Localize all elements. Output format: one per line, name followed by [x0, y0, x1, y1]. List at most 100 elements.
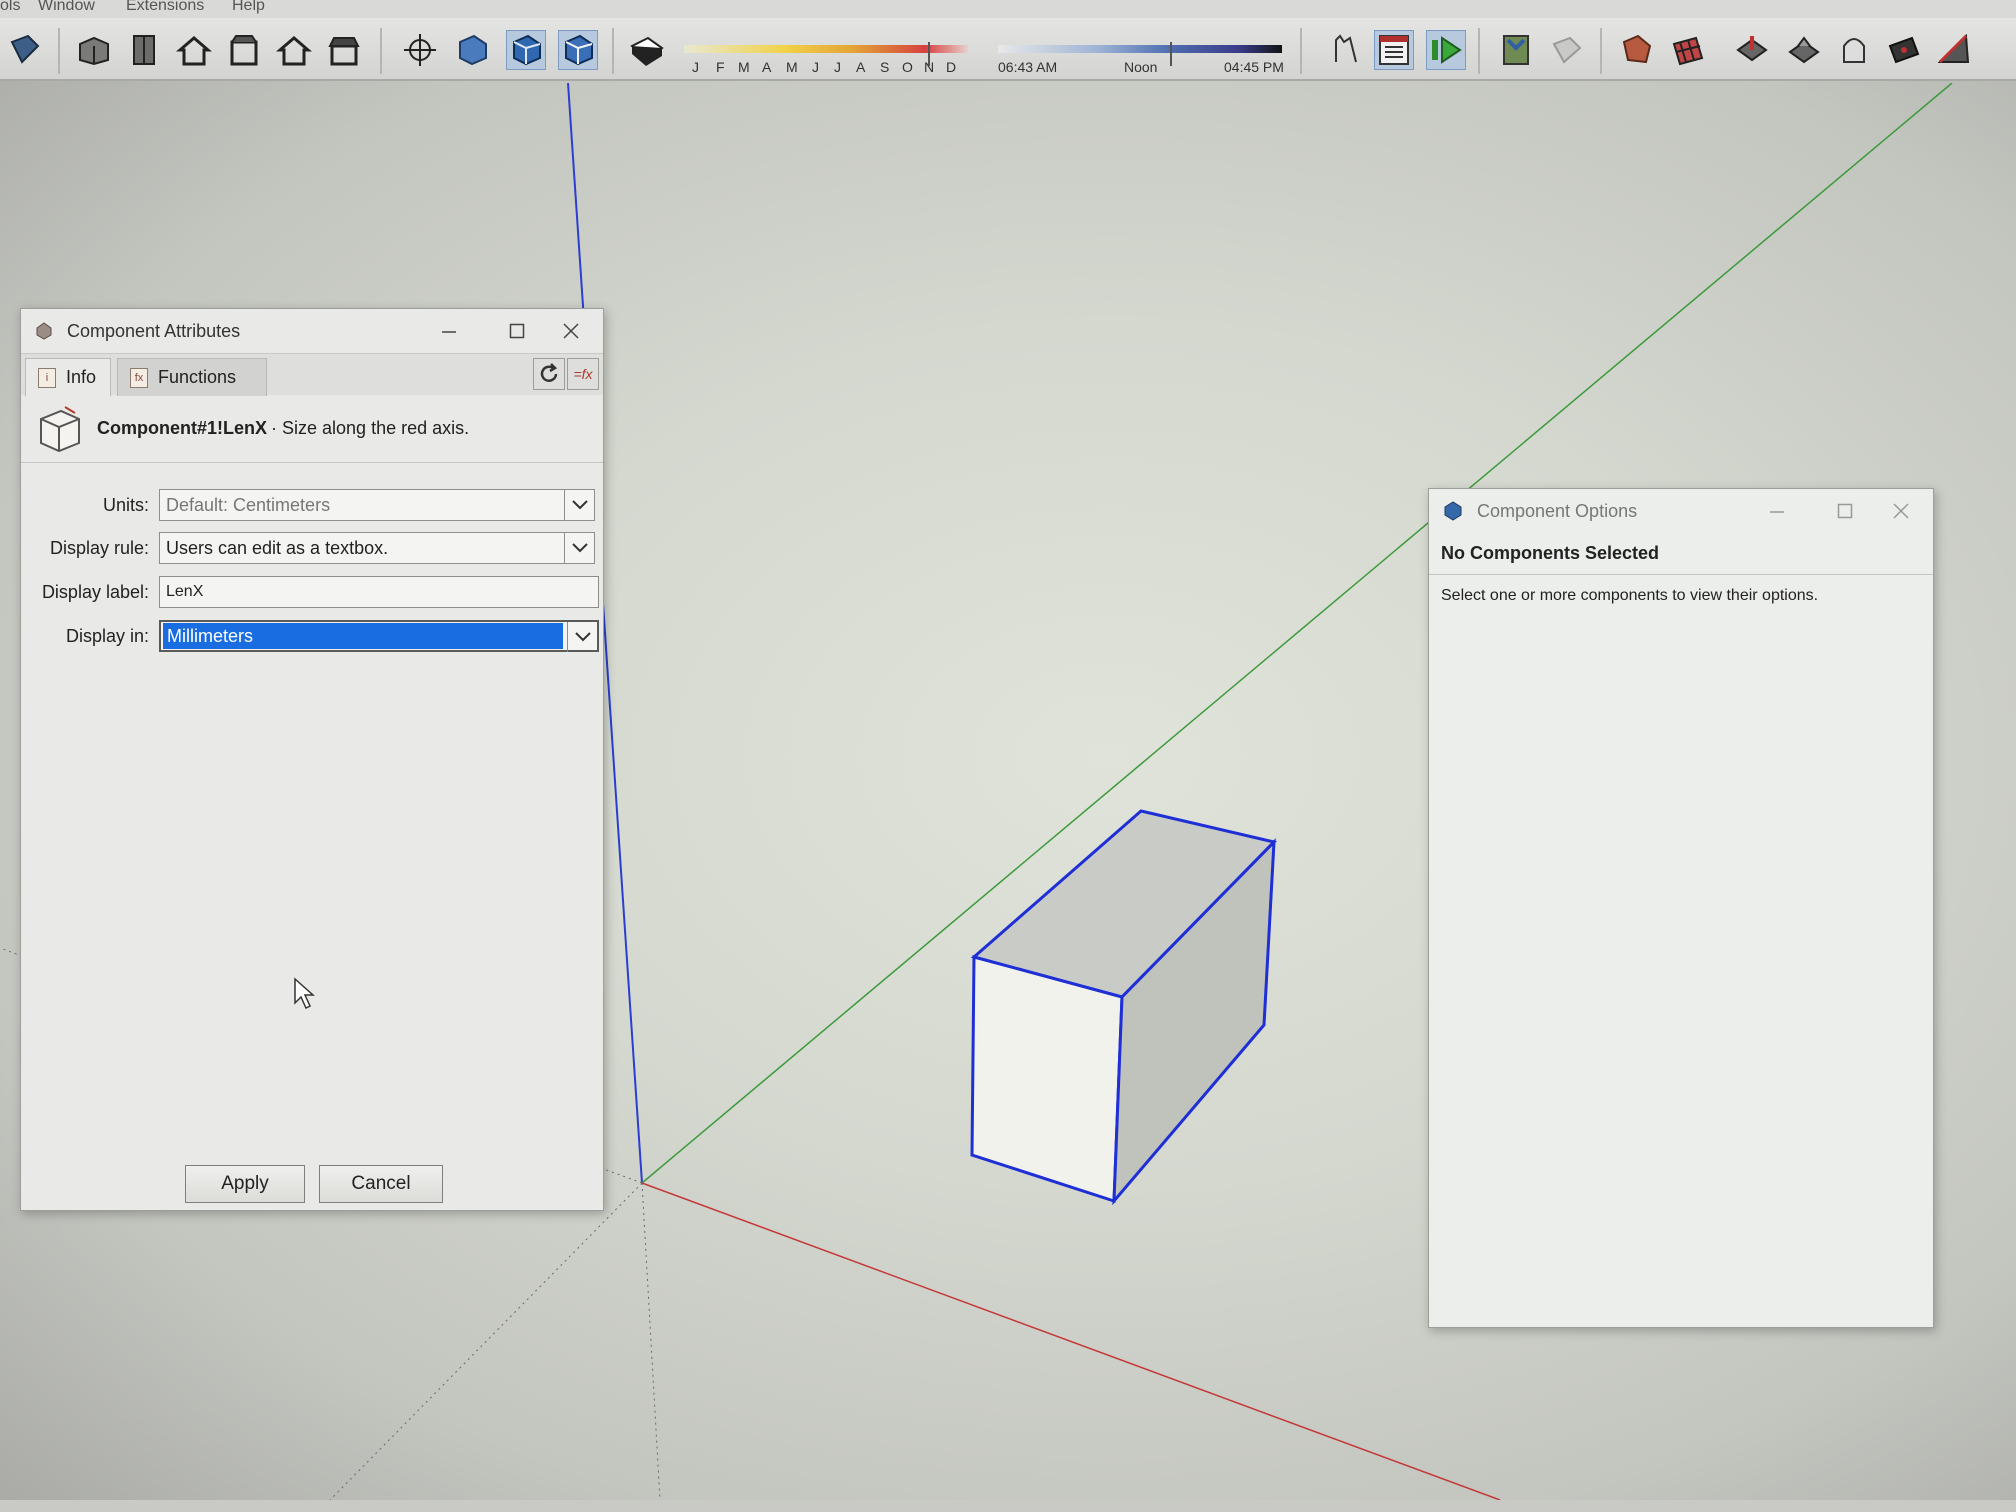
toolbar-separator — [1300, 28, 1302, 74]
month-label: A — [856, 59, 866, 75]
select-tool-icon[interactable] — [4, 30, 44, 70]
tab-functions[interactable]: fx Functions — [117, 358, 267, 396]
minimize-button[interactable] — [1745, 489, 1809, 533]
month-label: M — [738, 59, 750, 75]
menu-tools[interactable]: ols — [0, 0, 20, 15]
toggle-formula-icon[interactable]: =fx — [567, 358, 599, 390]
component-options-app-icon — [1444, 501, 1462, 521]
menu-window[interactable]: Window — [38, 0, 95, 15]
chevron-down-icon — [564, 490, 594, 520]
right-view-icon[interactable] — [224, 30, 264, 70]
month-label: S — [880, 59, 890, 75]
shaded-icon[interactable] — [506, 30, 546, 70]
chevron-down-icon — [564, 533, 594, 563]
month-label: D — [946, 59, 957, 75]
display-rule-select[interactable]: Users can edit as a textbox. — [159, 532, 595, 564]
shadow-time-noon: Noon — [1124, 59, 1158, 75]
minimize-button[interactable] — [417, 309, 481, 353]
info-icon: i — [38, 367, 56, 388]
display-label-input[interactable]: LenX — [159, 576, 599, 608]
dialog-title: Component Options — [1477, 500, 1638, 521]
display-in-label: Display in: — [65, 626, 149, 646]
component-attributes-titlebar[interactable]: Component Attributes — [21, 309, 603, 353]
front-view-icon[interactable] — [174, 30, 214, 70]
menu-bar: ols Window Extensions Help — [0, 0, 2016, 18]
mouse-cursor-icon — [294, 977, 315, 1010]
toolbar-separator — [1600, 28, 1602, 74]
toolbar-separator — [1478, 28, 1480, 74]
units-value: Default: Centimeters — [166, 494, 331, 515]
component-options-titlebar[interactable]: Component Options — [1429, 489, 1933, 533]
back-view-icon[interactable] — [274, 30, 314, 70]
iso-view-icon[interactable] — [74, 30, 114, 70]
close-button[interactable] — [539, 309, 603, 353]
shadows-toggle-icon[interactable] — [626, 30, 666, 70]
maximize-button[interactable] — [1813, 489, 1877, 533]
month-label: J — [692, 59, 699, 75]
top-view-icon[interactable] — [124, 30, 164, 70]
toolbar-separator — [612, 28, 614, 74]
display-rule-label: Display rule: — [49, 538, 149, 558]
attribute-description: · Size along the red axis. — [271, 418, 470, 438]
add-detail-icon[interactable] — [1884, 30, 1924, 70]
xray-icon[interactable] — [400, 30, 440, 70]
attribute-tabs: i Info fx Functions =fx — [21, 353, 603, 396]
cancel-button[interactable]: Cancel — [319, 1165, 443, 1203]
close-button[interactable] — [1869, 489, 1933, 533]
units-label: Units: — [102, 495, 149, 515]
month-label: J — [812, 59, 819, 75]
component-attributes-icon[interactable] — [1426, 30, 1466, 70]
component-options-dialog: Component Options No Components Selected… — [1428, 488, 1934, 1328]
attribute-name: Component#1!LenX — [97, 418, 268, 438]
terrain-icon[interactable] — [1546, 30, 1586, 70]
shadow-time-thumb[interactable] — [1170, 42, 1172, 66]
green-axis-hidden — [329, 1182, 643, 1500]
toolbar: J F M A M J J A S O N D 06:43 AM Noon 04… — [0, 18, 2016, 81]
ruby-app-icon — [36, 322, 52, 340]
menu-help[interactable]: Help — [232, 0, 265, 15]
display-in-value: Millimeters — [163, 623, 563, 649]
function-icon: fx — [130, 367, 148, 388]
sandbox-contours-icon[interactable] — [1616, 30, 1656, 70]
month-label: O — [902, 59, 913, 75]
shadow-time-slider[interactable] — [998, 45, 1282, 53]
tab-info-label: Info — [66, 367, 97, 387]
dialog-title: Component Attributes — [67, 320, 241, 341]
month-label: M — [786, 59, 798, 75]
month-label: A — [762, 59, 772, 75]
shadow-date-slider[interactable] — [684, 45, 968, 53]
add-location-icon[interactable] — [1496, 30, 1536, 70]
box-component[interactable] — [970, 809, 1277, 1206]
display-rule-value: Users can edit as a textbox. — [166, 537, 389, 558]
display-label-value: LenX — [166, 583, 204, 600]
refresh-icon[interactable] — [533, 358, 565, 390]
red-axis — [641, 1182, 1501, 1500]
units-select[interactable]: Default: Centimeters — [159, 489, 595, 521]
sandbox-scratch-icon[interactable] — [1668, 30, 1708, 70]
drape-icon[interactable] — [1834, 30, 1874, 70]
component-options-icon[interactable] — [1374, 30, 1414, 70]
tab-info[interactable]: i Info — [25, 358, 111, 396]
display-in-select[interactable]: Millimeters — [159, 620, 599, 652]
flip-edge-icon[interactable] — [1934, 30, 1974, 70]
blue-axis-hidden — [641, 1182, 661, 1500]
menu-extensions[interactable]: Extensions — [126, 0, 204, 15]
attribute-header: Component#1!LenX · Size along the red ax… — [21, 395, 603, 463]
month-label: F — [716, 59, 725, 75]
stamp-icon[interactable] — [1784, 30, 1824, 70]
month-label: J — [834, 59, 841, 75]
component-cube-icon — [40, 405, 80, 452]
dynamic-component-interact-icon[interactable] — [1324, 30, 1364, 70]
tab-functions-label: Functions — [158, 367, 237, 387]
display-label-label: Display label: — [41, 582, 149, 602]
options-message: Select one or more components to view th… — [1441, 587, 1819, 604]
wireframe-icon[interactable] — [452, 30, 492, 70]
smoove-icon[interactable] — [1732, 30, 1772, 70]
shaded-textures-icon[interactable] — [558, 30, 598, 70]
left-view-icon[interactable] — [324, 30, 364, 70]
component-attributes-dialog: Component Attributes i Info fx Functions… — [20, 308, 604, 1211]
chevron-down-icon — [567, 622, 597, 652]
shadow-time-end: 04:45 PM — [1224, 59, 1284, 75]
apply-button[interactable]: Apply — [185, 1165, 305, 1203]
status-bar — [0, 1500, 2016, 1512]
